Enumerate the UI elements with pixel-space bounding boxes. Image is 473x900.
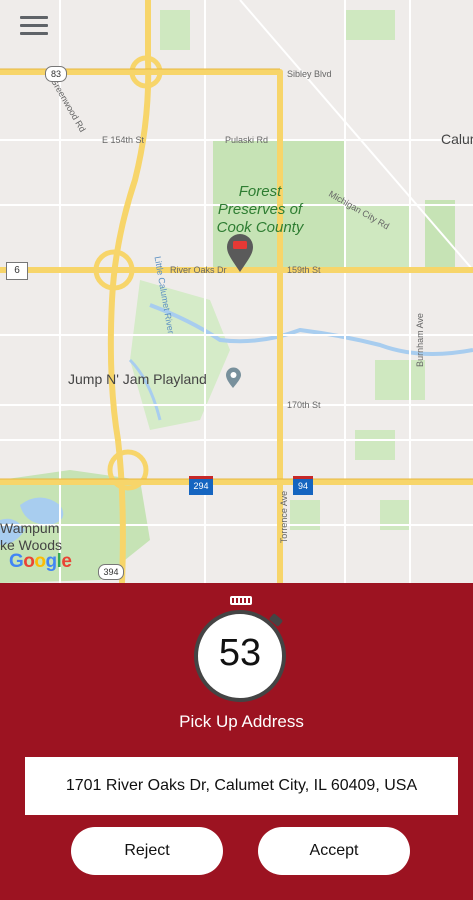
playland-pin-icon [226,367,241,388]
route-394-shield: 394 [98,564,124,580]
i-94-shield: 94 [293,476,313,495]
reject-label: Reject [124,842,170,859]
timer-value: 53 [218,632,262,674]
road-170th: 170th St [287,400,321,410]
road-pulaski: Pulaski Rd [225,135,269,145]
road-torrence: Torrence Ave [279,490,290,544]
accept-button[interactable]: Accept [258,827,410,875]
i-294-shield: 294 [189,476,213,495]
map-view[interactable]: Forest Preserves of Cook County Jump N' … [0,0,473,583]
place-wampum: Wampum [0,520,60,536]
poi-label: Jump N' Jam Playland [68,371,207,387]
route-83-shield: 83 [45,66,67,82]
road-e154: E 154th St [102,135,145,145]
google-logo: Google [9,551,72,572]
pickup-address: 1701 River Oaks Dr, Calumet City, IL 604… [25,757,458,815]
us-6-shield: 6 [6,262,28,280]
road-159th: 159th St [287,265,321,275]
reject-button[interactable]: Reject [71,827,223,875]
pickup-address-text: 1701 River Oaks Dr, Calumet City, IL 604… [65,777,418,794]
accept-label: Accept [309,842,359,859]
menu-icon[interactable] [20,16,48,38]
road-burnham: Burnham Ave [414,313,425,367]
park-label: Forest Preserves of Cook County [216,183,304,236]
map-canvas [0,0,473,583]
place-calumet: Calum [441,131,473,147]
road-sibley: Sibley Blvd [287,69,332,79]
pickup-label: Pick Up Address [179,712,304,731]
road-river-oaks: River Oaks Dr [170,265,227,275]
stopwatch-icon [230,596,252,605]
